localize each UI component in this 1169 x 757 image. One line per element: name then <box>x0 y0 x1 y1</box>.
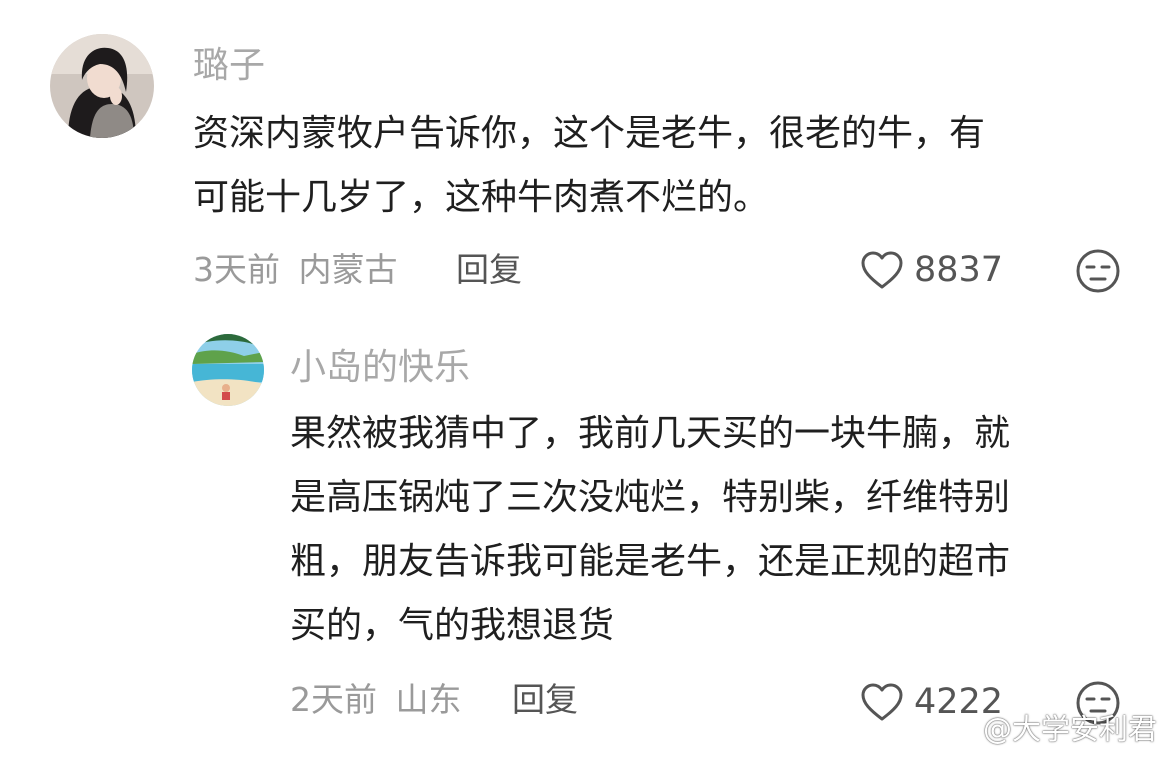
unamused-face-icon <box>1076 249 1120 293</box>
comment-location: 内蒙古 <box>298 250 398 289</box>
avatar[interactable] <box>192 334 264 406</box>
comment-2-reply: 小岛的快乐 果然被我猜中了，我前几天买的一块牛腩，就 是高压锅炖了三次没炖烂，特… <box>0 310 1169 757</box>
comment-time: 3天前 <box>193 250 280 289</box>
comment-text: 果然被我猜中了，我前几天买的一块牛腩，就 是高压锅炖了三次没炖烂，特别柴，纤维特… <box>290 402 1150 658</box>
heart-outline-icon <box>861 683 903 721</box>
comment-location: 山东 <box>395 680 462 719</box>
comment-time: 2天前 <box>290 680 377 719</box>
username[interactable]: 璐子 <box>193 44 265 88</box>
like-button[interactable]: 8837 <box>860 248 1003 292</box>
avatar[interactable] <box>50 34 154 138</box>
heart-outline-icon <box>861 251 903 289</box>
comment-meta: 3天前 内蒙古 <box>193 250 398 290</box>
comment-text-line: 可能十几岁了，这种牛肉煮不烂的。 <box>193 177 770 218</box>
reply-button[interactable]: 回复 <box>456 250 522 290</box>
avatar-photo <box>50 34 154 138</box>
weibo-watermark: @大学安利君 <box>937 711 1157 747</box>
dislike-button[interactable] <box>1075 248 1121 294</box>
comment-text: 资深内蒙牧户告诉你，这个是老牛，很老的牛，有 可能十几岁了，这种牛肉煮不烂的。 <box>193 102 1153 230</box>
reply-button[interactable]: 回复 <box>512 680 578 720</box>
watermark-text: @大学安利君 <box>982 712 1157 746</box>
weibo-logo-icon <box>937 717 974 745</box>
comment-meta: 2天前 山东 <box>290 680 462 720</box>
comment-1: 璐子 资深内蒙牧户告诉你，这个是老牛，很老的牛，有 可能十几岁了，这种牛肉煮不烂… <box>0 0 1169 310</box>
avatar-photo <box>192 334 264 406</box>
like-count: 8837 <box>914 250 1004 290</box>
comment-text-line: 粗，朋友告诉我可能是老牛，还是正规的超市 <box>290 541 1011 582</box>
comment-text-line: 是高压锅炖了三次没炖烂，特别柴，纤维特别 <box>290 477 1011 518</box>
comment-text-line: 资深内蒙牧户告诉你，这个是老牛，很老的牛，有 <box>193 113 986 154</box>
username[interactable]: 小岛的快乐 <box>290 346 470 390</box>
comment-text-line: 买的，气的我想退货 <box>290 605 615 646</box>
comment-text-line: 果然被我猜中了，我前几天买的一块牛腩，就 <box>290 413 1011 454</box>
